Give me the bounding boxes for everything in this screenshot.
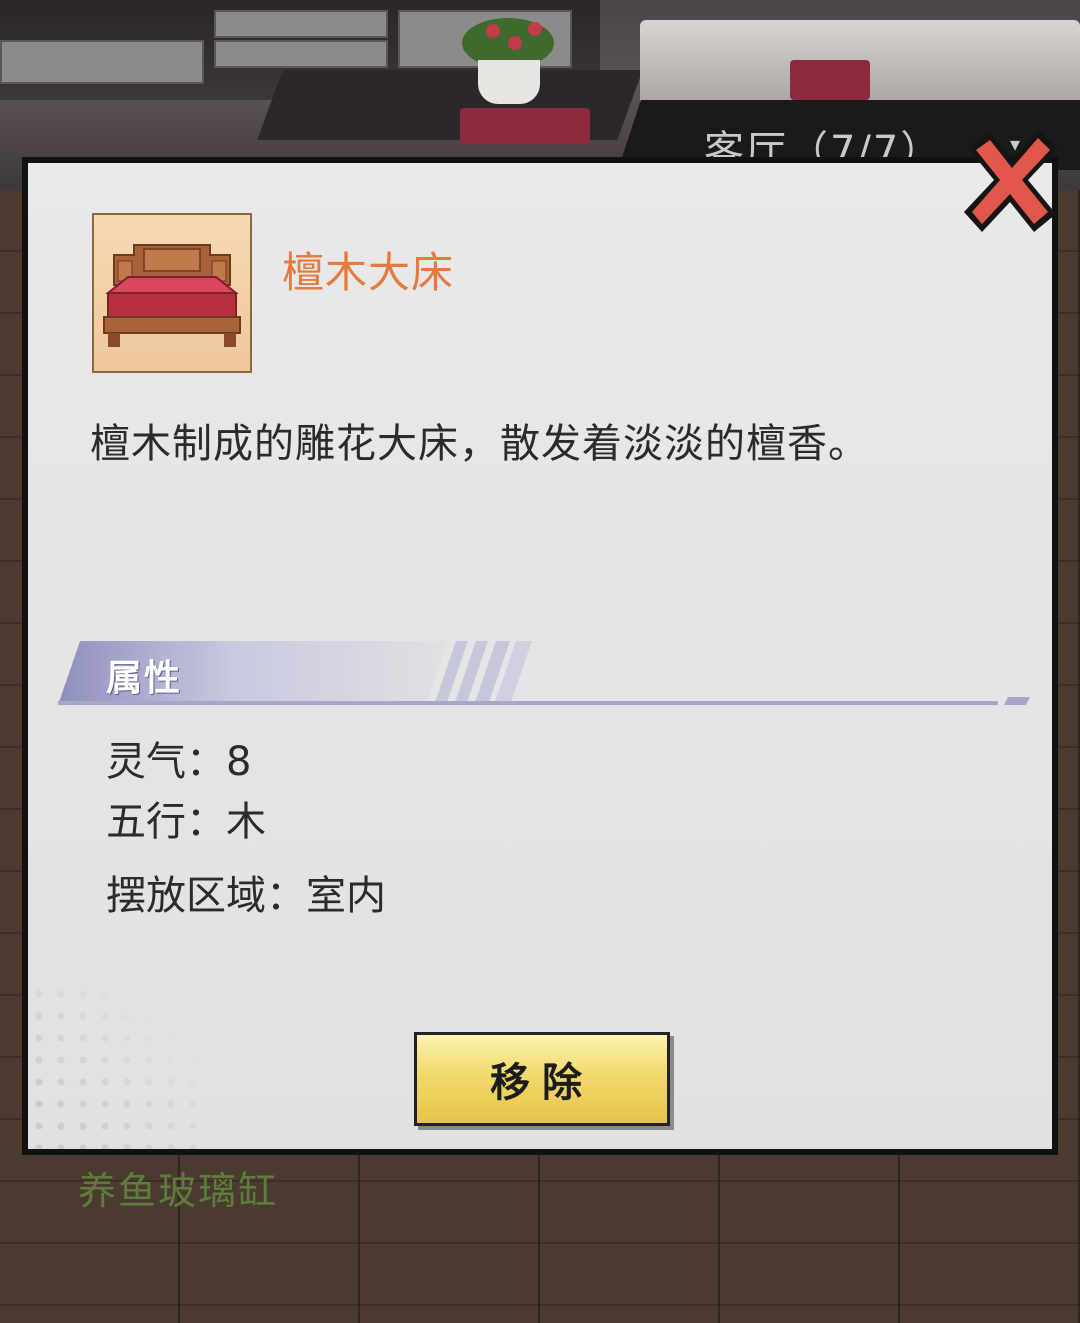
plant-pot: [478, 60, 540, 104]
attribute-label: 灵气：: [106, 739, 226, 785]
dialog-body: 檀木大床 檀木制成的雕花大床，散发着淡淡的檀香。 属性 灵气：8 五行：木 摆放…: [28, 163, 1052, 1149]
item-name: 檀木大床: [282, 248, 455, 297]
attribute-value: 木: [226, 799, 266, 845]
item-detail-dialog: 檀木大床 檀木制成的雕花大床，散发着淡淡的檀香。 属性 灵气：8 五行：木 摆放…: [22, 157, 1058, 1155]
attribute-value: 室内: [306, 873, 386, 919]
sandalwood-bed-icon: [103, 244, 241, 347]
attribute-label: 摆放区域：: [106, 873, 306, 919]
attribute-row-placement: 摆放区域：室内: [106, 863, 386, 921]
attributes-title: 属性: [106, 658, 183, 699]
attribute-value: 8: [226, 739, 252, 785]
background-item-label[interactable]: 养鱼玻璃缸: [78, 1160, 278, 1215]
remove-button-label: 移除: [490, 1060, 594, 1106]
attribute-label: 五行：: [106, 799, 226, 845]
attribute-row-element: 五行：木: [106, 789, 266, 847]
attribute-row-spirit: 灵气：8: [106, 729, 251, 787]
attributes-banner: [58, 641, 1030, 705]
remove-button[interactable]: 移除: [414, 1032, 670, 1126]
item-description: 檀木制成的雕花大床，散发着淡淡的檀香。: [90, 421, 869, 467]
close-icon[interactable]: [962, 126, 1062, 238]
item-thumbnail: [92, 213, 252, 373]
decorative-dots: [28, 983, 208, 1149]
